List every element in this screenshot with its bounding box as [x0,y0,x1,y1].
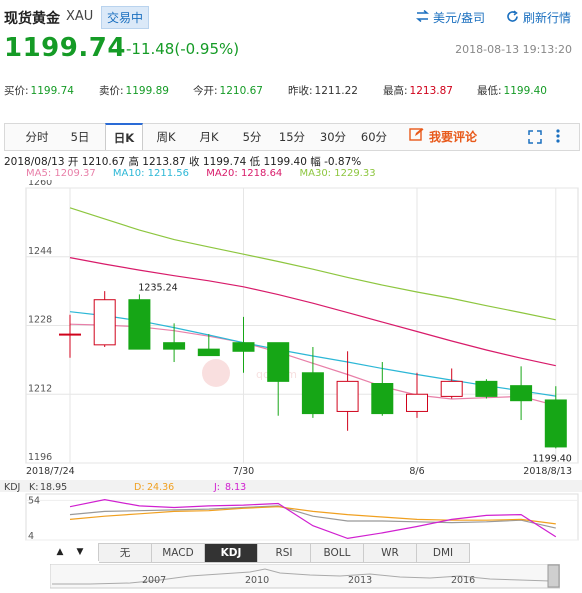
stat-open: 今开: 1210.67 [193,85,263,97]
candle-body [59,333,81,336]
tab-5day[interactable]: 5日 [62,124,98,150]
stat-low: 最低: 1199.40 [477,85,547,97]
scroll-down-button[interactable]: ▼ [73,543,87,561]
candle-body [440,380,463,397]
price-change: -11.48(-0.95%) [126,40,240,58]
fullscreen-icon[interactable] [528,129,542,148]
y-tick-label: 1196 [28,452,52,463]
kdj-chart[interactable]: KDJ K: 18.95 D: 24.36 J: 8.13 4 54 [0,480,582,542]
stat-bid: 买价: 1199.74 [4,85,74,97]
edit-comment-icon [409,127,424,145]
candle-body [93,299,116,346]
indicator-tab-wr[interactable]: WR [364,543,417,563]
kdj-y-tick: 4 [28,531,34,542]
candle-body [371,383,394,415]
price-annotation: 1235.24 [138,282,177,293]
kdj-k-label: K: [29,482,38,493]
x-tick-label: 8/6 [409,466,424,477]
refresh-label: 刷新行情 [523,11,572,25]
kdj-title: KDJ [4,482,20,493]
indicator-tab-rsi[interactable]: RSI [258,543,311,563]
refresh-button[interactable]: 刷新行情 [506,9,571,26]
candle-body [475,380,498,397]
tab-60min[interactable]: 60分 [356,124,392,150]
currency-unit-label: 美元/盎司 [433,11,486,25]
refresh-icon [506,9,519,26]
y-tick-label: 1244 [28,246,52,257]
candle-body [510,385,533,402]
indicator-tab-none[interactable]: 无 [99,543,152,563]
ma30-legend: MA30: 1229.33 [299,168,376,179]
timeline-range-handle[interactable] [547,564,560,588]
candle-body [163,342,186,350]
price-annotation: 1199.40 [533,453,572,464]
timeline-year-2016: 2016 [451,575,475,586]
kdj-y-tick: 54 [28,495,40,506]
y-tick-label: 1260 [28,180,52,188]
period-tab-bar: 分时 5日 日K 周K 月K 5分 15分 30分 60分 我要评论 [4,123,580,151]
ma20-legend: MA20: 1218.64 [206,168,283,179]
watermark-logo-icon [202,359,230,387]
tab-intraday[interactable]: 分时 [19,124,55,150]
comment-button[interactable]: 我要评论 [409,127,477,145]
scroll-left-button[interactable]: ▲ [53,543,67,561]
swap-arrows-icon [415,9,430,25]
x-tick-label: 7/30 [233,466,254,477]
timeline-year-2010: 2010 [245,575,269,586]
kdj-line-j [69,498,557,540]
stat-ask: 卖价: 1199.89 [99,85,169,97]
indicator-tab-boll[interactable]: BOLL [311,543,364,563]
indicator-tab-dmi[interactable]: DMI [417,543,470,563]
timeline-navigator[interactable]: 2007 2010 2013 2016 [50,564,560,590]
indicator-tab-kdj[interactable]: KDJ [205,543,258,563]
tab-15min[interactable]: 15分 [274,124,310,150]
y-tick-label: 1212 [28,383,52,394]
stat-high: 最高: 1213.87 [383,85,453,97]
ma5-legend: MA5: 1209.37 [26,168,96,179]
indicator-tab-macd[interactable]: MACD [152,543,205,563]
instrument-title: 现货黄金 [4,11,60,27]
x-tick-label: 2018/7/24 [26,466,75,477]
kdj-j-value: 8.13 [225,482,246,493]
candle-body [267,342,290,382]
more-options-icon[interactable] [555,128,561,148]
comment-label: 我要评论 [429,129,478,144]
tab-5min[interactable]: 5分 [234,124,270,150]
candlestick-chart[interactable]: 1196 1212 1228 1244 1260 2018/7/24 7/30 8/6 2018… [0,180,582,480]
candle-body [197,348,220,357]
candle-body [232,342,255,352]
tab-daily-k[interactable]: 日K [105,123,143,150]
candle-body [544,399,567,448]
stat-prev-close: 昨收: 1211.22 [288,85,358,97]
y-tick-label: 1228 [28,315,52,326]
quote-timestamp: 2018-08-13 19:13:20 [455,43,572,56]
timeline-year-2007: 2007 [142,575,166,586]
tab-weekly-k[interactable]: 周K [148,124,184,150]
candle-body [128,299,151,350]
instrument-symbol: XAU [66,9,94,24]
x-tick-label: 2018/8/13 [523,466,572,477]
kdj-k-value: 18.95 [40,482,67,493]
candle-body [336,380,359,412]
current-price: 1199.74 [4,33,126,63]
currency-unit-link[interactable]: 美元/盎司 [415,9,486,26]
ohlc-info-line: 2018/08/13 开 1210.67 高 1213.87 收 1199.74… [4,156,362,168]
timeline-year-2013: 2013 [348,575,372,586]
ma10-legend: MA10: 1211.56 [112,168,190,179]
candle-body [301,372,324,415]
tab-monthly-k[interactable]: 月K [191,124,227,150]
kdj-j-label: J: [213,482,220,493]
candle-body [406,393,428,412]
kdj-line-k [69,505,556,529]
tab-30min[interactable]: 30分 [315,124,351,150]
trading-status-badge: 交易中 [101,6,150,29]
kdj-d-label: D: [134,482,145,493]
ma-legend: MA5: 1209.37 MA10: 1211.56 MA20: 1218.64… [26,168,376,179]
indicator-tab-bar: 无 MACD KDJ RSI BOLL WR DMI [98,543,470,563]
kdj-d-value: 24.36 [147,482,174,493]
